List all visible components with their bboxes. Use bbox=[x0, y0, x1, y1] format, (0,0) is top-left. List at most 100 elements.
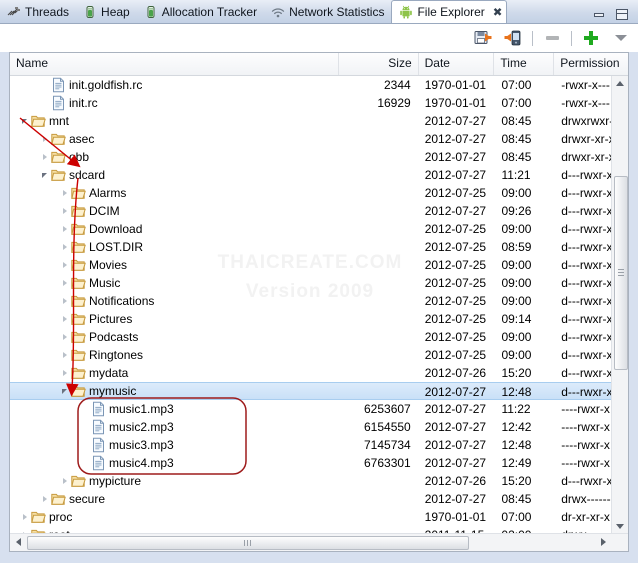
cell-size bbox=[339, 166, 419, 184]
twisty-collapsed-icon[interactable] bbox=[60, 346, 71, 364]
vertical-scrollbar-thumb[interactable] bbox=[614, 176, 628, 370]
cell-name: Podcasts bbox=[10, 328, 339, 346]
table-row[interactable]: init.goldfish.rc 2344 1970-01-01 07:00 -rwxr… bbox=[10, 76, 628, 94]
cell-time: 09:00 bbox=[501, 294, 532, 308]
table-row[interactable]: Movies 2012-07-25 09:00 d---rwxr-x bbox=[10, 256, 628, 274]
twisty-expanded-icon[interactable] bbox=[20, 112, 31, 130]
cell-time: 07:00 bbox=[501, 78, 532, 92]
table-row[interactable]: init.rc 16929 1970-01-01 07:00 -rwxr-x--- bbox=[10, 94, 628, 112]
column-header-date[interactable]: Date bbox=[419, 53, 495, 75]
table-row[interactable]: Ringtones 2012-07-25 09:00 d---rwxr-x bbox=[10, 346, 628, 364]
table-row[interactable]: LOST.DIR 2012-07-25 08:59 d---rwxr-x bbox=[10, 238, 628, 256]
twisty-collapsed-icon[interactable] bbox=[60, 472, 71, 490]
tab-file-explorer[interactable]: File Explorer ✖ bbox=[391, 0, 508, 23]
scroll-up-button[interactable] bbox=[612, 76, 628, 91]
horizontal-scrollbar-thumb[interactable] bbox=[27, 536, 469, 550]
arrow-down-icon bbox=[616, 524, 624, 529]
table-row[interactable]: Podcasts 2012-07-25 09:00 d---rwxr-x bbox=[10, 328, 628, 346]
file-name-label: music1.mp3 bbox=[109, 402, 174, 416]
table-row[interactable]: secure 2012-07-27 08:45 drwx------ bbox=[10, 490, 628, 508]
column-header-permissions[interactable]: Permission bbox=[554, 53, 628, 75]
cell-time: 09:14 bbox=[501, 312, 532, 326]
folder-icon bbox=[31, 113, 46, 129]
view-menu-button[interactable] bbox=[610, 27, 632, 49]
twisty-collapsed-icon[interactable] bbox=[60, 202, 71, 220]
table-row[interactable]: asec 2012-07-27 08:45 drwxr-xr-x bbox=[10, 130, 628, 148]
twisty-collapsed-icon[interactable] bbox=[20, 508, 31, 526]
cell-size bbox=[339, 292, 419, 310]
cell-date: 2012-07-27 bbox=[424, 420, 487, 434]
twisty-collapsed-icon[interactable] bbox=[60, 184, 71, 202]
twisty-collapsed-icon[interactable] bbox=[40, 130, 51, 148]
cell-size bbox=[339, 508, 419, 526]
vertical-scrollbar[interactable] bbox=[611, 76, 628, 534]
minimize-button[interactable] bbox=[593, 9, 605, 20]
cell-time: 12:48 bbox=[501, 385, 532, 399]
delete-button[interactable] bbox=[541, 27, 563, 49]
cell-time: 08:45 bbox=[501, 150, 532, 164]
table-row[interactable]: music1.mp3 6253607 2012-07-27 11:22 ----rwxr… bbox=[10, 400, 628, 418]
tab-heap[interactable]: Heap bbox=[76, 1, 137, 23]
table-row[interactable]: music2.mp3 6154550 2012-07-27 12:42 ----rwxr… bbox=[10, 418, 628, 436]
thumb-grip bbox=[244, 540, 252, 546]
tab-network-statistics[interactable]: Network Statistics bbox=[264, 1, 391, 23]
column-header-name[interactable]: Name bbox=[10, 53, 339, 75]
twisty-collapsed-icon[interactable] bbox=[60, 238, 71, 256]
cell-name: obb bbox=[10, 148, 339, 166]
table-row[interactable]: proc 1970-01-01 07:00 dr-xr-xr-x bbox=[10, 508, 628, 526]
close-icon[interactable]: ✖ bbox=[493, 5, 503, 19]
table-row[interactable]: mymusic 2012-07-27 12:48 d---rwxr-x bbox=[10, 382, 628, 400]
table-row[interactable]: mypicture 2012-07-26 15:20 d---rwxr-x bbox=[10, 472, 628, 490]
twisty-collapsed-icon[interactable] bbox=[60, 364, 71, 382]
horizontal-scrollbar[interactable] bbox=[10, 533, 628, 551]
cell-time: 09:00 bbox=[501, 330, 532, 344]
cell-name: Movies bbox=[10, 256, 339, 274]
cell-name: init.goldfish.rc bbox=[10, 76, 339, 94]
file-explorer-window: Threads Heap Allocation Tracker Network … bbox=[0, 0, 638, 563]
push-file-button[interactable] bbox=[502, 27, 524, 49]
folder-icon bbox=[51, 149, 66, 165]
maximize-button[interactable] bbox=[616, 9, 628, 20]
table-row[interactable]: Alarms 2012-07-25 09:00 d---rwxr-x bbox=[10, 184, 628, 202]
twisty-collapsed-icon[interactable] bbox=[60, 292, 71, 310]
table-row[interactable]: music3.mp3 7145734 2012-07-27 12:48 ----rwxr… bbox=[10, 436, 628, 454]
table-row[interactable]: Music 2012-07-25 09:00 d---rwxr-x bbox=[10, 274, 628, 292]
twisty-collapsed-icon[interactable] bbox=[40, 490, 51, 508]
twisty-collapsed-icon[interactable] bbox=[60, 328, 71, 346]
table-row[interactable]: Pictures 2012-07-25 09:14 d---rwxr-x bbox=[10, 310, 628, 328]
tab-threads[interactable]: Threads bbox=[0, 1, 76, 23]
table-row[interactable]: Notifications 2012-07-25 09:00 d---rwxr-x bbox=[10, 292, 628, 310]
twisty-collapsed-icon[interactable] bbox=[60, 274, 71, 292]
pull-file-button[interactable] bbox=[472, 27, 494, 49]
scroll-left-button[interactable] bbox=[11, 536, 25, 548]
table-row[interactable]: music4.mp3 6763301 2012-07-27 12:49 ----rwxr… bbox=[10, 454, 628, 472]
cell-size bbox=[339, 328, 419, 346]
column-header-time[interactable]: Time bbox=[494, 53, 555, 75]
table-row[interactable]: Download 2012-07-25 09:00 d---rwxr-x bbox=[10, 220, 628, 238]
new-button[interactable] bbox=[580, 27, 602, 49]
table-row[interactable]: mnt 2012-07-27 08:45 drwxrwxr-x bbox=[10, 112, 628, 130]
twisty-collapsed-icon[interactable] bbox=[60, 220, 71, 238]
table-row[interactable]: mydata 2012-07-26 15:20 d---rwxr-x bbox=[10, 364, 628, 382]
twisty-collapsed-icon[interactable] bbox=[40, 148, 51, 166]
column-header-size[interactable]: Size bbox=[339, 53, 419, 75]
folder-icon bbox=[71, 473, 86, 489]
table-row[interactable]: DCIM 2012-07-27 09:26 d---rwxr-x bbox=[10, 202, 628, 220]
file-name-label: music2.mp3 bbox=[109, 420, 174, 434]
twisty-expanded-icon[interactable] bbox=[60, 383, 71, 399]
twisty-collapsed-icon[interactable] bbox=[60, 310, 71, 328]
cell-time: 08:45 bbox=[501, 492, 532, 506]
tab-allocation-tracker[interactable]: Allocation Tracker bbox=[137, 1, 264, 23]
cell-name: music2.mp3 bbox=[10, 418, 339, 436]
cell-date: 2012-07-25 bbox=[424, 222, 487, 236]
scroll-right-button[interactable] bbox=[596, 536, 610, 548]
scroll-down-button[interactable] bbox=[612, 519, 628, 534]
twisty-collapsed-icon[interactable] bbox=[60, 256, 71, 274]
twisty-expanded-icon[interactable] bbox=[40, 166, 51, 184]
table-row[interactable]: sdcard 2012-07-27 11:21 d---rwxr-x bbox=[10, 166, 628, 184]
cell-size bbox=[339, 274, 419, 292]
table-row[interactable]: obb 2012-07-27 08:45 drwxr-xr-x bbox=[10, 148, 628, 166]
